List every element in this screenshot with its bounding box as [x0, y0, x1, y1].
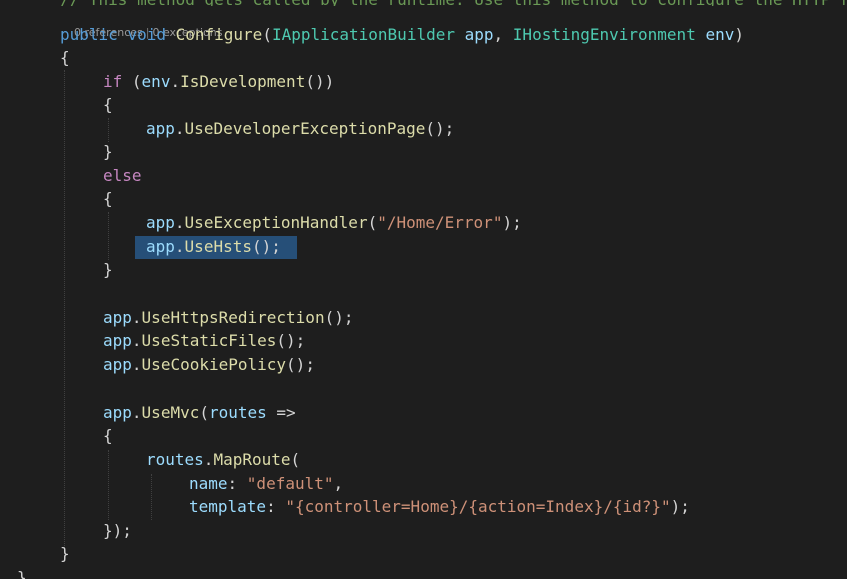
indent-guide-if-block — [108, 118, 109, 142]
code-line-method-open[interactable]: { — [60, 46, 70, 70]
code-line-if-open[interactable]: { — [103, 93, 113, 117]
code-line-exception-handler[interactable]: app.UseExceptionHandler("/Home/Error"); — [146, 211, 522, 235]
code-line-else-open[interactable]: { — [103, 187, 113, 211]
code-line-lambda-open[interactable]: { — [103, 424, 113, 448]
indent-guide-else-block — [108, 212, 109, 260]
indent-guide-lambda — [108, 450, 109, 520]
code-line-use-hsts[interactable]: app.UseHsts(); — [146, 235, 281, 259]
code-line-static-files[interactable]: app.UseStaticFiles(); — [103, 329, 305, 353]
code-editor[interactable]: // This method gets called by the runtim… — [0, 0, 847, 579]
code-line-cookie-policy[interactable]: app.UseCookiePolicy(); — [103, 353, 315, 377]
code-line-use-mvc[interactable]: app.UseMvc(routes => — [103, 401, 296, 425]
code-line-lambda-close[interactable]: }); — [103, 519, 132, 543]
code-line-else-close[interactable]: } — [103, 258, 113, 282]
code-line-class-close[interactable]: } — [17, 566, 27, 579]
code-line-route-template[interactable]: template: "{controller=Home}/{action=Ind… — [189, 495, 690, 519]
code-line-if-close[interactable]: } — [103, 140, 113, 164]
code-line-method-close[interactable]: } — [60, 542, 70, 566]
code-line-else[interactable]: else — [103, 164, 142, 188]
codelens: 0 references | 0 exceptions — [60, 6, 222, 39]
code-line-https-redirection[interactable]: app.UseHttpsRedirection(); — [103, 306, 353, 330]
indent-guide-method — [64, 70, 65, 548]
code-line-route-name[interactable]: name: "default", — [189, 472, 343, 496]
code-line-signature[interactable]: public void Configure(IApplicationBuilde… — [60, 23, 744, 47]
code-line-map-route[interactable]: routes.MapRoute( — [146, 448, 300, 472]
indent-guide-maproute — [151, 474, 152, 520]
code-line-dev-exception-page[interactable]: app.UseDeveloperExceptionPage(); — [146, 117, 454, 141]
code-line-if[interactable]: if (env.IsDevelopment()) — [103, 70, 334, 94]
